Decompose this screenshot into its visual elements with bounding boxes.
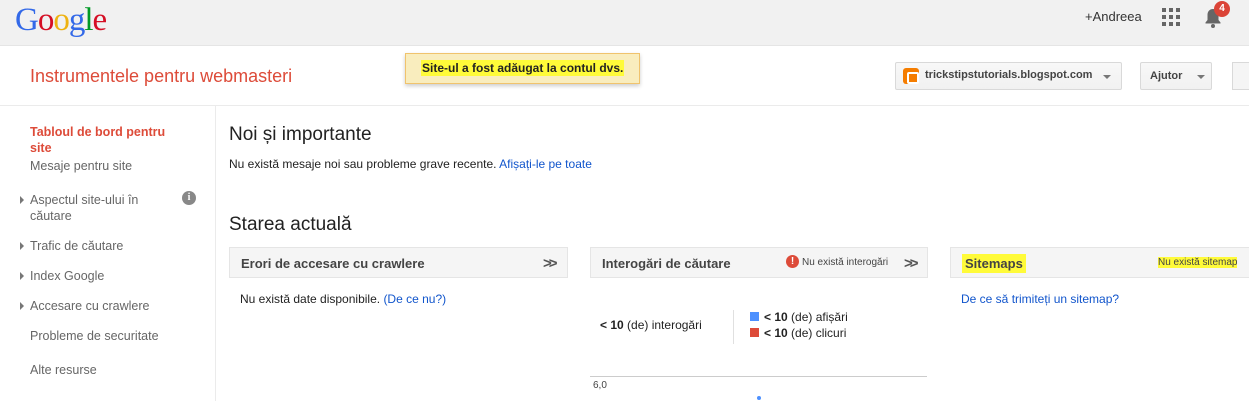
show-all-link[interactable]: Afișați-le pe toate bbox=[499, 157, 592, 171]
sidebar-item-other-resources[interactable]: Alte resurse bbox=[30, 362, 180, 378]
app-title[interactable]: Instrumentele pentru webmasteri bbox=[30, 66, 292, 87]
clicks-swatch bbox=[750, 328, 759, 337]
clicks-unit: (de) clicuri bbox=[791, 326, 847, 340]
search-queries-title: Interogări de căutare bbox=[602, 256, 731, 271]
no-messages-text: Nu există mesaje noi sau probleme grave … bbox=[229, 157, 497, 171]
app-header: Instrumentele pentru webmasteri Site-ul … bbox=[0, 46, 1249, 106]
crawl-errors-card-header[interactable]: Erori de accesare cu crawlere >> bbox=[229, 247, 568, 278]
sidebar-item-crawl[interactable]: Accesare cu crawlere bbox=[30, 298, 180, 314]
sidebar-item-search-appearance[interactable]: Aspectul site-ului în căutare bbox=[30, 192, 165, 224]
blogger-icon bbox=[903, 68, 919, 84]
sitemaps-title: Sitemaps bbox=[962, 254, 1026, 273]
info-icon[interactable]: i bbox=[182, 191, 196, 205]
apps-grid-icon[interactable] bbox=[1162, 8, 1180, 26]
section-heading-status: Starea actuală bbox=[229, 214, 352, 235]
chart-axis-max-label: 6,0 bbox=[593, 380, 607, 391]
sidebar-nav: Tabloul de bord pentru site Mesaje pentr… bbox=[0, 106, 216, 401]
expand-triangle-icon[interactable] bbox=[20, 196, 24, 204]
chevron-down-icon bbox=[1197, 75, 1205, 79]
sidebar-item-dashboard[interactable]: Tabloul de bord pentru site bbox=[30, 124, 180, 156]
notification-badge: 4 bbox=[1214, 1, 1230, 17]
no-sitemap-note: Nu există sitemap bbox=[1158, 257, 1238, 268]
expand-triangle-icon[interactable] bbox=[20, 272, 24, 280]
chart-data-point bbox=[757, 396, 761, 400]
google-bar: Google +Andreea 4 bbox=[0, 0, 1249, 46]
stats-divider bbox=[733, 310, 734, 344]
crawl-errors-body: Nu există date disponibile. (De ce nu?) bbox=[240, 292, 446, 306]
chevron-down-icon bbox=[1103, 75, 1111, 79]
queries-unit: (de) interogări bbox=[627, 318, 702, 332]
google-logo[interactable]: Google bbox=[15, 2, 107, 39]
sidebar-item-search-traffic[interactable]: Trafic de căutare bbox=[30, 238, 180, 254]
double-chevron-right-icon[interactable]: >> bbox=[904, 255, 918, 272]
notice-text: Site-ul a fost adăugat la contul dvs. bbox=[421, 60, 625, 76]
double-chevron-right-icon[interactable]: >> bbox=[543, 255, 557, 272]
crawl-errors-title: Erori de accesare cu crawlere bbox=[241, 256, 425, 271]
chart-axis-line bbox=[590, 376, 927, 377]
clicks-value: < 10 bbox=[764, 326, 788, 340]
expand-triangle-icon[interactable] bbox=[20, 302, 24, 310]
impressions-swatch bbox=[750, 312, 759, 321]
impressions-unit: (de) afișări bbox=[791, 310, 848, 324]
warning-icon: ! bbox=[786, 255, 799, 268]
sitemaps-card-header[interactable]: Sitemaps Nu există sitemap bbox=[950, 247, 1249, 278]
site-selector[interactable]: trickstipstutorials.blogspot.com bbox=[895, 62, 1122, 90]
expand-triangle-icon[interactable] bbox=[20, 242, 24, 250]
legend-impressions[interactable]: < 10 (de) afișări bbox=[750, 310, 848, 324]
settings-button[interactable] bbox=[1232, 62, 1249, 90]
sitemaps-title-text: Sitemaps bbox=[962, 254, 1026, 273]
help-button[interactable]: Ajutor bbox=[1140, 62, 1212, 90]
queries-value: < 10 bbox=[600, 318, 624, 332]
sidebar-item-security[interactable]: Probleme de securitate bbox=[30, 328, 180, 344]
why-submit-sitemap-link[interactable]: De ce să trimiteți un sitemap? bbox=[961, 292, 1119, 306]
sidebar-item-google-index[interactable]: Index Google bbox=[30, 268, 180, 284]
user-link[interactable]: +Andreea bbox=[1085, 9, 1142, 24]
why-not-link[interactable]: (De ce nu?) bbox=[383, 292, 446, 306]
no-queries-note: Nu există interogări bbox=[802, 257, 889, 268]
section-heading-new: Noi și importante bbox=[229, 124, 372, 145]
impressions-value: < 10 bbox=[764, 310, 788, 324]
help-label: Ajutor bbox=[1150, 70, 1183, 82]
new-messages-text: Nu există mesaje noi sau probleme grave … bbox=[229, 157, 592, 171]
search-queries-card-header[interactable]: Interogări de căutare ! Nu există intero… bbox=[590, 247, 928, 278]
site-name: trickstipstutorials.blogspot.com bbox=[925, 69, 1093, 81]
queries-count: < 10 (de) interogări bbox=[600, 318, 702, 332]
legend-clicks[interactable]: < 10 (de) clicuri bbox=[750, 326, 846, 340]
sidebar-item-messages[interactable]: Mesaje pentru site bbox=[30, 158, 180, 174]
no-data-text: Nu există date disponibile. bbox=[240, 292, 381, 306]
notice-banner: Site-ul a fost adăugat la contul dvs. bbox=[405, 53, 641, 84]
